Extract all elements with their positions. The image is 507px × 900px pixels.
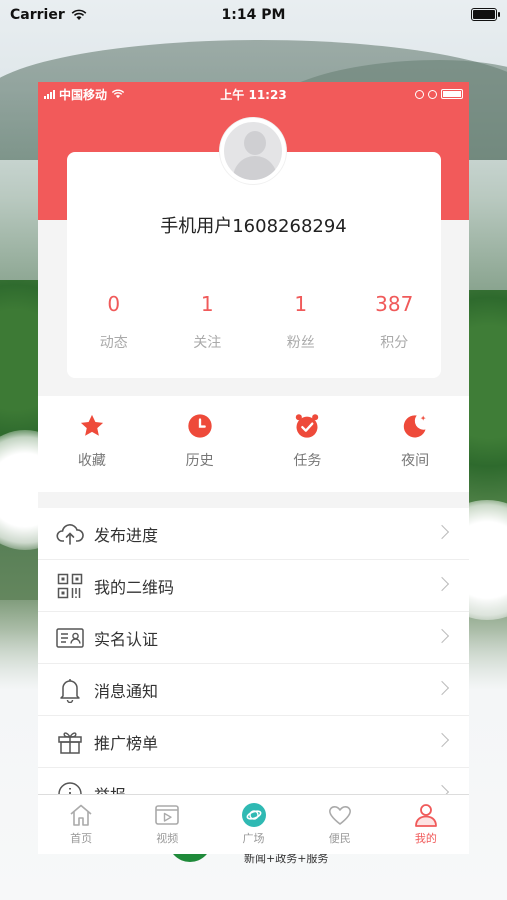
menu-item-promotion-ranking[interactable]: 推广榜单 xyxy=(38,716,469,768)
tab-home[interactable]: 首页 xyxy=(38,795,124,854)
user-icon xyxy=(415,804,437,827)
avatar[interactable] xyxy=(220,118,286,184)
app-status-bar: 中国移动 上午 11:23 xyxy=(38,82,469,106)
device-status-bar: Carrier 1:14 PM xyxy=(0,0,507,30)
lock-rotation-icon xyxy=(415,89,424,99)
qr-code-icon xyxy=(57,573,83,598)
moon-icon xyxy=(403,415,426,438)
home-icon xyxy=(70,804,92,826)
stat-label: 关注 xyxy=(193,335,222,351)
username[interactable]: 手机用户1608268294 xyxy=(38,212,469,238)
info-icon xyxy=(58,781,82,794)
bell-icon xyxy=(60,678,80,703)
stat-value: 1 xyxy=(294,292,308,316)
profile-stats: 0 动态 1 关注 1 粉丝 387 积分 xyxy=(67,292,441,352)
stat-points[interactable]: 387 积分 xyxy=(348,292,442,352)
app-time: 上午 11:23 xyxy=(220,87,287,102)
alarm-icon xyxy=(296,414,319,438)
app-screen: 中国移动 上午 11:23 手机用户1608268294 0 动态 1 关注 1… xyxy=(38,82,469,794)
clock-icon xyxy=(187,414,212,438)
heart-icon xyxy=(328,806,351,825)
menu-item-publish-progress[interactable]: 发布进度 xyxy=(38,508,469,560)
stat-followers[interactable]: 1 粉丝 xyxy=(254,292,348,352)
stat-posts[interactable]: 0 动态 xyxy=(67,292,161,352)
tab-services[interactable]: 便民 xyxy=(297,795,383,854)
stat-value: 1 xyxy=(200,292,214,316)
stat-value: 387 xyxy=(375,292,414,316)
quick-history[interactable]: 历史 xyxy=(146,396,254,492)
chevron-right-icon xyxy=(434,732,450,748)
tab-me[interactable]: 我的 xyxy=(383,795,469,854)
gift-icon xyxy=(58,731,82,754)
stat-label: 积分 xyxy=(380,335,409,351)
chevron-right-icon xyxy=(434,680,450,696)
device-time: 1:14 PM xyxy=(221,7,286,23)
chevron-right-icon xyxy=(434,524,450,540)
stat-value: 0 xyxy=(107,292,121,316)
chevron-right-icon xyxy=(434,576,450,592)
tab-video[interactable]: 视频 xyxy=(124,795,210,854)
tab-square[interactable]: 广场 xyxy=(210,795,296,854)
video-icon xyxy=(155,805,180,825)
bottom-tab-bar: 首页 视频 广场 便民 我的 xyxy=(38,794,469,854)
quick-night-mode[interactable]: 夜间 xyxy=(361,396,469,492)
cloud-upload-icon xyxy=(56,523,84,545)
quick-tasks[interactable]: 任务 xyxy=(254,396,362,492)
star-icon xyxy=(80,414,103,436)
menu-item-notifications[interactable]: 消息通知 xyxy=(38,664,469,716)
menu-item-report[interactable]: 举报 xyxy=(38,768,469,794)
globe-icon xyxy=(241,803,266,827)
quick-favorites[interactable]: 收藏 xyxy=(38,396,146,492)
menu-item-verification[interactable]: 实名认证 xyxy=(38,612,469,664)
id-card-icon xyxy=(56,627,84,648)
stat-label: 粉丝 xyxy=(286,335,315,351)
menu-item-qr-code[interactable]: 我的二维码 xyxy=(38,560,469,612)
battery-icon xyxy=(441,89,463,99)
alarm-status-icon xyxy=(428,89,437,99)
chevron-right-icon xyxy=(434,784,450,794)
stat-following[interactable]: 1 关注 xyxy=(161,292,255,352)
chevron-right-icon xyxy=(434,628,450,644)
battery-icon xyxy=(471,8,500,21)
stat-label: 动态 xyxy=(99,335,128,351)
settings-menu: 发布进度 我的二维码 实名认证 消息通知 推广榜单 xyxy=(38,508,469,794)
quick-actions: 收藏 历史 任务 夜间 xyxy=(38,396,469,492)
